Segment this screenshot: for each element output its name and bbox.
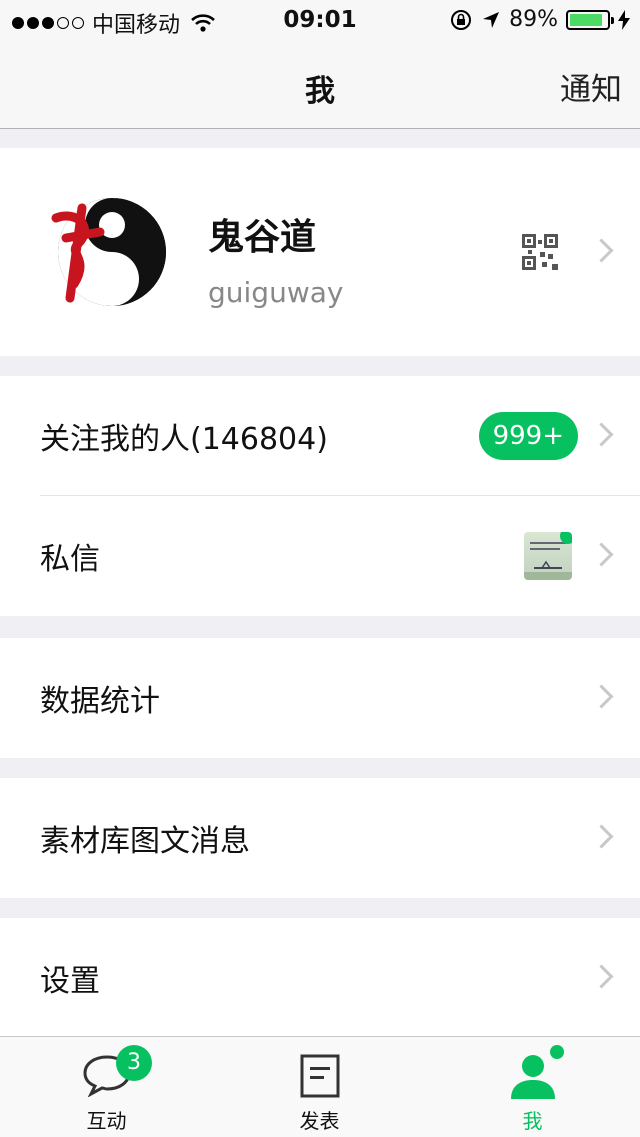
status-right: 89% bbox=[449, 7, 630, 32]
avatar bbox=[51, 198, 166, 306]
stats-section: 数据统计 bbox=[0, 638, 640, 758]
settings-row[interactable]: 设置 bbox=[0, 918, 640, 1038]
tab-interact[interactable]: 3 互动 bbox=[0, 1037, 213, 1137]
chevron-right-icon bbox=[589, 422, 614, 447]
tab-publish-label: 发表 bbox=[299, 1109, 340, 1133]
profile-card[interactable]: 鬼谷道 guiguway bbox=[0, 148, 640, 356]
me-unread-dot bbox=[550, 1045, 564, 1059]
person-icon bbox=[510, 1055, 555, 1099]
materials-section: 素材库图文消息 bbox=[0, 778, 640, 898]
followers-badge: 999+ bbox=[478, 412, 578, 460]
stats-label: 数据统计 bbox=[40, 684, 160, 719]
chevron-right-icon bbox=[589, 824, 614, 849]
tab-publish[interactable]: 发表 bbox=[213, 1037, 426, 1137]
navigation-bar: 我 通知 bbox=[0, 40, 640, 129]
tab-bar: 3 互动 发表 我 bbox=[0, 1036, 640, 1137]
notifications-button[interactable]: 通知 bbox=[560, 64, 622, 109]
interact-badge: 3 bbox=[116, 1045, 152, 1081]
tab-me[interactable]: 我 bbox=[426, 1037, 639, 1137]
chevron-right-icon bbox=[589, 542, 614, 567]
message-thumbnail bbox=[524, 532, 572, 580]
battery-icon bbox=[566, 9, 614, 30]
qr-code-icon[interactable] bbox=[522, 234, 558, 270]
followers-label: 关注我的人(146804) bbox=[40, 422, 328, 457]
materials-label: 素材库图文消息 bbox=[40, 824, 250, 859]
materials-row[interactable]: 素材库图文消息 bbox=[0, 778, 640, 898]
followers-row[interactable]: 关注我的人(146804) 999+ bbox=[0, 376, 640, 496]
messages-label: 私信 bbox=[40, 542, 100, 577]
settings-label: 设置 bbox=[40, 964, 100, 999]
chevron-right-icon bbox=[589, 964, 614, 989]
document-icon bbox=[300, 1054, 339, 1098]
tab-interact-label: 互动 bbox=[86, 1109, 127, 1133]
profile-name: 鬼谷道 bbox=[208, 217, 317, 258]
profile-username: guiguway bbox=[208, 276, 344, 309]
chevron-right-icon bbox=[589, 684, 614, 709]
rotation-lock-icon bbox=[451, 9, 472, 30]
stats-row[interactable]: 数据统计 bbox=[0, 638, 640, 758]
messages-row[interactable]: 私信 bbox=[0, 496, 640, 616]
status-bar: 中国移动 09:01 89% bbox=[0, 0, 640, 40]
page-title: 我 bbox=[305, 74, 335, 109]
chevron-right-icon bbox=[589, 238, 614, 263]
charging-bolt-icon bbox=[618, 9, 630, 30]
location-arrow-icon bbox=[483, 11, 500, 28]
battery-percent: 89% bbox=[509, 7, 558, 32]
tab-me-label: 我 bbox=[522, 1109, 543, 1133]
social-section: 关注我的人(146804) 999+ 私信 bbox=[0, 376, 640, 616]
settings-section: 设置 bbox=[0, 918, 640, 1038]
